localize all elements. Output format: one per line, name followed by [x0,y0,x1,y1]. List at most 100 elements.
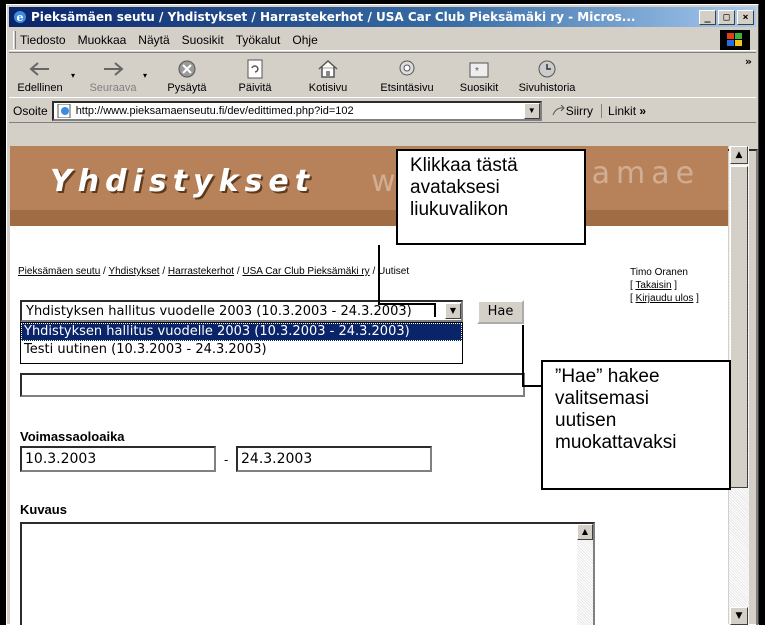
maximize-button[interactable]: □ [718,9,735,25]
page-scrollbar[interactable]: ▲ ▼ [729,146,749,625]
stop-label: Pysäytä [167,82,207,94]
links-more-chevron: » [639,103,647,118]
news-select-options: Yhdistyksen hallitus vuodelle 2003 (10.3… [20,322,463,364]
callout-line-text: avataksesi [410,177,500,198]
home-button[interactable]: Kotisivu [291,53,365,97]
news-title-input[interactable] [20,373,525,397]
toolbar-more-chevron[interactable]: » [585,53,756,97]
breadcrumb-link-harrastekerhot[interactable]: Harrastekerhot [168,266,234,277]
address-dropdown-button[interactable]: ▼ [523,102,540,119]
callout-line-text: uutisen [555,410,617,431]
callout-line-text: Klikkaa tästä [410,155,518,176]
back-history-dropdown[interactable]: ▾ [71,53,83,97]
forward-button[interactable]: Seuraava [83,53,143,97]
forward-label: Seuraava [89,82,137,94]
hae-button[interactable]: Hae [477,300,524,324]
address-input[interactable]: http://www.pieksamaenseutu.fi/dev/editti… [51,100,542,121]
user-name: Timo Oranen [630,267,688,278]
breadcrumb-sep: / [369,266,379,277]
home-label: Kotisivu [308,82,348,94]
history-button[interactable]: Sivuhistoria [509,53,585,97]
links-button[interactable]: Linkit » [601,103,647,118]
logout-link[interactable]: Kirjaudu ulos [636,293,694,304]
svg-text:*: * [475,66,479,77]
title-bar: e Pieksämäen seutu / Yhdistykset / Harra… [9,7,756,27]
callout-line-text: ”Hae” hakee [555,366,660,387]
refresh-label: Päivitä [238,82,272,94]
history-icon [536,57,558,81]
textarea-scroll-up-button[interactable]: ▲ [577,524,593,540]
back-label: Edellinen [17,82,63,94]
back-arrow-icon [29,57,51,81]
history-label: Sivuhistoria [518,82,576,94]
refresh-button[interactable]: Päivitä [219,53,291,97]
textarea-scrollbar[interactable]: ▲ [577,524,593,625]
breadcrumb-link-yhdistykset[interactable]: Yhdistykset [108,266,159,277]
stop-icon [177,57,197,81]
menu-edit[interactable]: Muokkaa [78,33,127,47]
links-label: Linkit [608,103,637,118]
favorites-button[interactable]: * Suosikit [449,53,509,97]
forward-history-dropdown[interactable]: ▾ [143,53,155,97]
page-banner: Yhdistykset w samae [10,146,728,226]
go-label: Siirry [565,103,594,118]
scroll-down-button[interactable]: ▼ [730,607,748,625]
news-option-selected[interactable]: Yhdistyksen hallitus vuodelle 2003 (10.3… [21,323,462,341]
callout-line [522,385,542,387]
close-button[interactable]: × [737,9,754,25]
back-button[interactable]: Edellinen [9,53,71,97]
search-button[interactable]: Etsintäsivu [365,53,449,97]
breadcrumb-link-club[interactable]: USA Car Club Pieksämäki ry [242,266,369,277]
menu-tools[interactable]: Työkalut [236,33,281,47]
svg-text:e: e [17,11,24,24]
banner-title: Yhdistykset [50,164,316,199]
news-select-value: Yhdistyksen hallitus vuodelle 2003 (10.3… [26,303,412,319]
scroll-thumb[interactable] [730,166,748,488]
menu-grip [13,30,16,49]
user-panel: Timo Oranen [ Takaisin ] [ Kirjaudu ulos… [630,266,699,305]
address-bar: Osoite http://www.pieksamaenseutu.fi/dev… [9,99,756,123]
date-start-input[interactable]: 10.3.2003 [20,446,216,472]
address-url: http://www.pieksamaenseutu.fi/dev/editti… [75,104,354,117]
windows-logo-icon [720,30,750,50]
menu-view[interactable]: Näytä [138,33,169,47]
callout-line [522,325,524,387]
forward-arrow-icon [102,57,124,81]
minimize-button[interactable]: _ [699,9,716,25]
date-end-input[interactable]: 24.3.2003 [236,446,432,472]
back-link[interactable]: Takaisin [635,280,671,291]
stop-button[interactable]: Pysäytä [155,53,219,97]
callout-line [434,303,436,317]
callout-line-text: liukuvalikon [410,199,509,220]
page-icon [57,103,73,118]
search-icon [396,57,418,81]
description-textarea[interactable]: ▲ [20,522,595,625]
banner-watermark-left: w [371,164,396,199]
banner-watermark-right: samae [570,156,701,191]
go-arrow-icon [552,104,565,115]
scroll-up-button[interactable]: ▲ [730,146,748,164]
callout-line-text: valitsemasi [555,388,649,409]
ie-logo-icon: e [12,9,28,25]
menu-favorites[interactable]: Suosikit [182,33,224,47]
validity-label: Voimassaoloaika [20,429,125,444]
menu-file[interactable]: Tiedosto [20,33,66,47]
hae-hint-callout: ”Hae” hakee valitsemasi uutisen muokatta… [541,360,731,490]
callout-line [378,303,436,305]
breadcrumb-link-seutu[interactable]: Pieksämäen seutu [18,266,100,277]
date-separator: - [224,452,229,467]
favorites-label: Suosikit [459,82,499,94]
dropdown-hint-callout: Klikkaa tästä avataksesi liukuvalikon [396,149,586,245]
menu-help[interactable]: Ohje [292,33,317,47]
menu-bar: Tiedosto Muokkaa Näytä Suosikit Työkalut… [9,29,756,51]
breadcrumb-sep: / [159,266,168,277]
news-option[interactable]: Testi uutinen (10.3.2003 - 24.3.2003) [21,341,462,359]
toolbar: Edellinen ▾ Seuraava ▾ Pysäytä Päivitä K… [9,52,756,98]
address-label: Osoite [13,103,48,118]
callout-line-text: muokattavaksi [555,432,677,453]
go-button[interactable]: Siirry [552,104,593,118]
callout-line [378,245,380,305]
search-label: Etsintäsivu [380,82,434,94]
window-title: Pieksämäen seutu / Yhdistykset / Harrast… [31,10,636,24]
news-select-dropdown-button[interactable]: ▼ [445,303,461,319]
